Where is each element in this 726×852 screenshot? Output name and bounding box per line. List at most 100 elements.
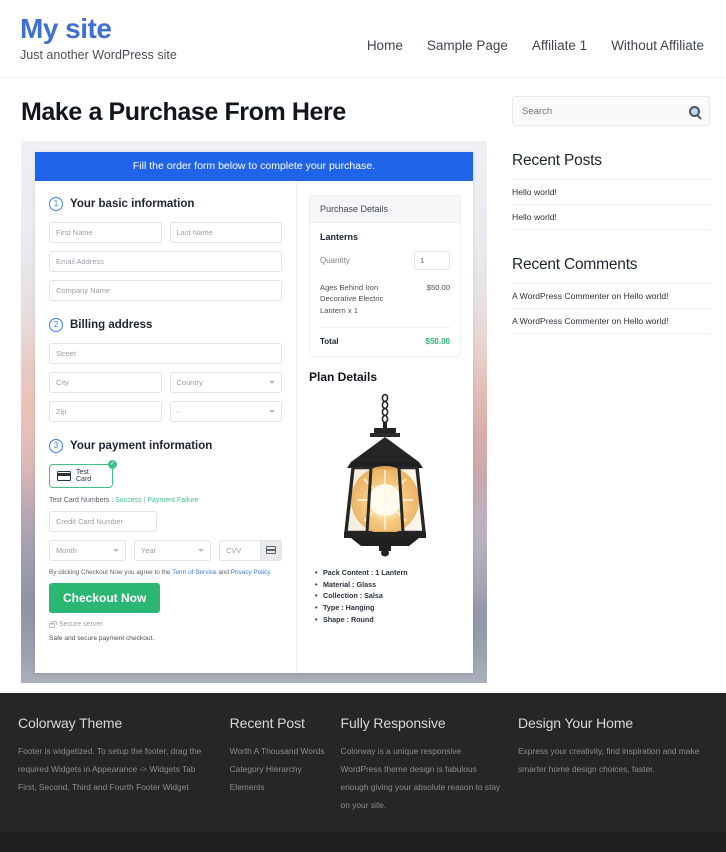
site-header: My site Just another WordPress site Home… [0, 0, 726, 78]
recent-posts-list: Hello world! Hello world! [512, 179, 710, 230]
order-total-label: Total [320, 336, 339, 346]
spec-item: Shape : Round [315, 614, 461, 626]
product-name: Lanterns [320, 231, 359, 242]
nav-item-home[interactable]: Home [367, 38, 403, 53]
terms-of-service-link[interactable]: Term of Service [172, 569, 216, 576]
expiry-year-select[interactable]: Year [134, 539, 211, 561]
recent-comments-title: Recent Comments [512, 256, 638, 273]
street-input[interactable]: Street [49, 342, 282, 364]
cvv-input[interactable]: CVV [219, 539, 260, 561]
footer-column-design-your-home: Design Your Home Express your creativity… [518, 715, 708, 814]
footer-column-title: Fully Responsive [340, 715, 446, 731]
company-row: Company Name [49, 279, 282, 301]
zip-input[interactable]: Zip [49, 400, 162, 422]
privacy-policy-link[interactable]: Privacy Policy [231, 569, 271, 576]
first-name-input[interactable]: First Name [49, 221, 162, 243]
test-card-success-link[interactable]: Success [115, 497, 141, 504]
company-input[interactable]: Company Name [49, 279, 282, 301]
nav-item-affiliate-1[interactable]: Affiliate 1 [532, 38, 587, 53]
secure-server-row: Secure server [49, 620, 282, 628]
step-2-number: 2 [49, 317, 63, 332]
step-1-number: 1 [49, 196, 63, 211]
spec-item: Pack Content : 1 Lantern [315, 567, 461, 579]
recent-post-item[interactable]: Hello world! [512, 179, 710, 204]
footer-list-item[interactable]: Elements [230, 778, 327, 796]
spec-item: Material : Glass [315, 579, 461, 591]
footer-bottom-bar: My site - Just another WordPress site Co… [0, 832, 726, 852]
purchase-details-panel: Purchase Details Lanterns Quantity 1 Age… [309, 194, 461, 357]
terms-text: By clicking Checkout Now you agree to th… [49, 569, 282, 576]
search-box [512, 96, 710, 126]
step-3-title: Your payment information [70, 439, 213, 452]
order-line-item: Ages Behind Iron Decorative Electric Lan… [320, 282, 450, 328]
country-select[interactable]: Country [169, 371, 282, 393]
order-total-row: Total $50.00 [320, 328, 450, 346]
last-name-input[interactable]: Last Name [169, 221, 282, 243]
site-title[interactable]: My site [20, 13, 177, 45]
test-card-numbers: Test Card Numbers : Success | Payment Fa… [49, 497, 282, 504]
nav-item-without-affiliate[interactable]: Without Affiliate [611, 38, 704, 53]
footer-list-item[interactable]: Worth A Thousand Words [230, 742, 327, 760]
credit-card-icon [57, 470, 71, 481]
chevron-down-icon [269, 409, 275, 413]
quantity-row: Quantity 1 [320, 250, 450, 270]
purchase-details-title: Purchase Details [310, 195, 460, 223]
nav-item-sample-page[interactable]: Sample Page [427, 38, 508, 53]
sidebar: Recent Posts Hello world! Hello world! R… [496, 78, 710, 683]
footer-recent-post-list: Worth A Thousand Words Category Hierarch… [230, 742, 327, 796]
footer-column-text: Footer is widgetized. To setup the foote… [18, 746, 202, 793]
order-line-amount: $50.00 [426, 282, 450, 292]
spec-item: Collection : Salsa [315, 590, 461, 602]
state-select[interactable]: - [169, 400, 282, 422]
payment-method-test-card[interactable]: ✓ Test Card [49, 459, 117, 488]
expiry-month-select[interactable]: Month [49, 539, 126, 561]
footer-column-colorway-theme: Colorway Theme Footer is widgetized. To … [18, 715, 230, 814]
lock-icon [49, 620, 57, 628]
page-title: Make a Purchase From Here [21, 98, 346, 126]
product-specs-list: Pack Content : 1 Lantern Material : Glas… [309, 567, 461, 625]
recent-comment-item[interactable]: A WordPress Commenter on Hello world! [512, 308, 710, 334]
search-input[interactable] [522, 105, 689, 117]
footer-column-fully-responsive: Fully Responsive Colorway is a unique re… [341, 715, 518, 814]
footer-column-text: Express your creativity, find inspiratio… [517, 746, 700, 775]
zip-state-row: Zip - [49, 400, 282, 422]
recent-comment-item[interactable]: A WordPress Commenter on Hello world! [512, 283, 710, 308]
footer-column-title: Recent Post [229, 715, 305, 731]
lantern-product-image [309, 392, 461, 557]
city-input[interactable]: City [49, 371, 162, 393]
footer-column-recent-post: Recent Post Worth A Thousand Words Categ… [230, 715, 341, 814]
purchase-details-body: Lanterns Quantity 1 Ages Behind Iron Dec… [310, 223, 460, 356]
spec-item: Type : Hanging [315, 602, 461, 614]
content-column: Make a Purchase From Here Fill the order… [16, 78, 496, 683]
step-2-title: Billing address [70, 318, 153, 331]
chevron-down-icon [113, 548, 119, 552]
cvv-help-button[interactable] [260, 539, 282, 561]
footer-list-item[interactable]: Category Hierarchy [230, 760, 327, 778]
test-card-failure-link[interactable]: Payment Failure [147, 497, 198, 504]
footer-column-title: Colorway Theme [18, 715, 123, 731]
check-circle-icon: ✓ [108, 459, 117, 469]
step-3-header: 3 Your payment information [49, 438, 282, 453]
payment-method-label: Test Card [76, 468, 92, 483]
footer-column-text: Colorway is a unique responsive WordPres… [340, 746, 501, 811]
page-wrapper: Make a Purchase From Here Fill the order… [0, 78, 726, 683]
country-select-value: Country [176, 377, 203, 387]
recent-comments-list: A WordPress Commenter on Hello world! A … [512, 283, 710, 334]
step-1-title: Your basic information [70, 197, 195, 210]
lantern-illustration [344, 393, 426, 557]
recent-post-item[interactable]: Hello world! [512, 204, 710, 230]
safe-checkout-note: Safe and secure payment checkout. [49, 634, 155, 642]
brand-block: My site Just another WordPress site [20, 12, 177, 62]
name-row: First Name Last Name [49, 221, 282, 243]
terms-and: and [216, 568, 231, 576]
site-tagline: Just another WordPress site [20, 47, 177, 62]
email-input[interactable]: Email Address [49, 250, 282, 272]
search-icon[interactable] [689, 105, 700, 117]
checkout-now-button[interactable]: Checkout Now [49, 582, 161, 613]
quantity-input[interactable]: 1 [414, 250, 450, 270]
checkout-backdrop-image: Fill the order form below to complete yo… [21, 141, 487, 683]
recent-posts-title: Recent Posts [512, 152, 602, 169]
credit-card-number-input[interactable]: Credit Card Number [49, 510, 157, 532]
test-card-prefix: Test Card Numbers : [49, 496, 116, 504]
